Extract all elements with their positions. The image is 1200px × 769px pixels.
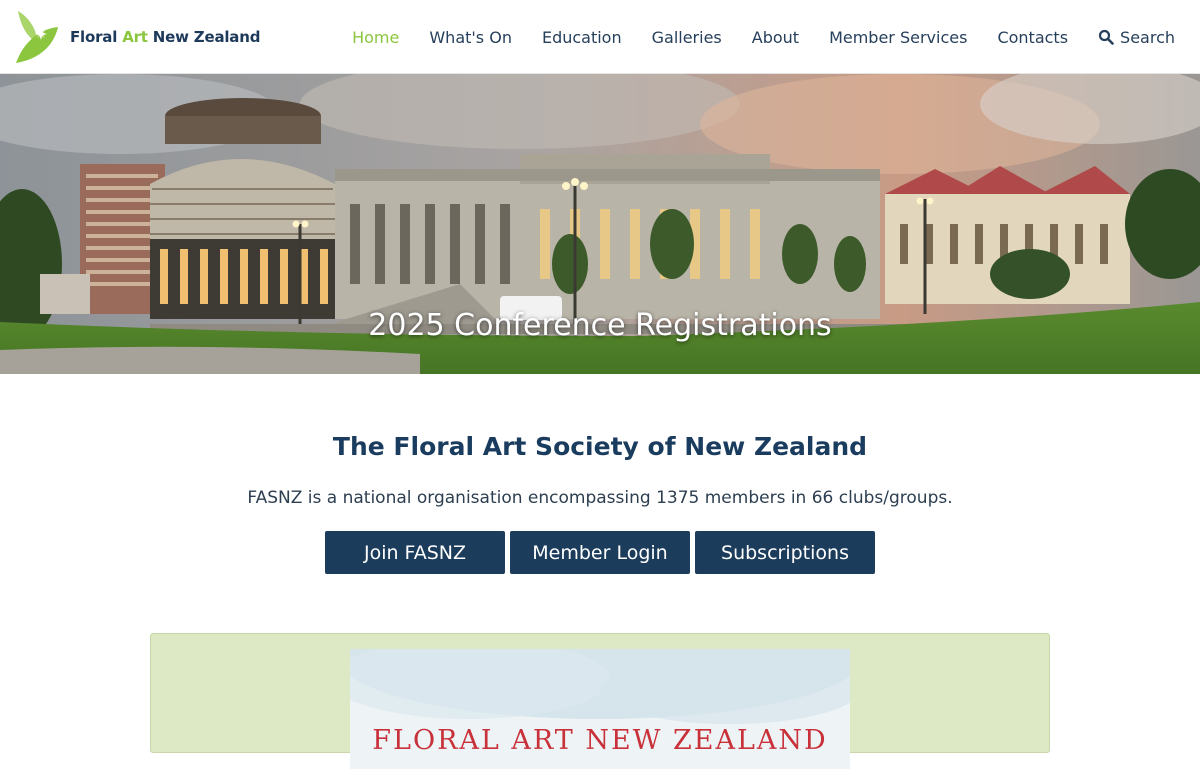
nav-search-button[interactable]: Search bbox=[1098, 28, 1175, 47]
hero-banner[interactable]: 2025 Conference Registrations bbox=[0, 74, 1200, 374]
main-nav: Home What's On Education Galleries About… bbox=[322, 0, 1175, 74]
nav-item-education[interactable]: Education bbox=[542, 28, 622, 47]
member-login-button[interactable]: Member Login bbox=[510, 531, 690, 574]
search-icon bbox=[1098, 29, 1114, 45]
nav-item-galleries[interactable]: Galleries bbox=[652, 28, 722, 47]
nav-item-contacts[interactable]: Contacts bbox=[997, 28, 1068, 47]
site-header: Floral Art New Zealand Home What's On Ed… bbox=[0, 0, 1200, 74]
nav-item-about[interactable]: About bbox=[752, 28, 799, 47]
subscriptions-button[interactable]: Subscriptions bbox=[695, 531, 875, 574]
page-title: The Floral Art Society of New Zealand bbox=[332, 432, 868, 461]
feature-panel: FLORAL ART NEW ZEALAND bbox=[150, 633, 1050, 769]
nav-item-home[interactable]: Home bbox=[352, 28, 399, 47]
nav-search-label: Search bbox=[1120, 27, 1175, 47]
magazine-cover-title: FLORAL ART NEW ZEALAND bbox=[372, 725, 828, 756]
join-button[interactable]: Join FASNZ bbox=[325, 531, 505, 574]
hero-caption[interactable]: 2025 Conference Registrations bbox=[0, 308, 1200, 343]
leaf-star-icon bbox=[16, 11, 58, 63]
site-logo-text: Floral Art New Zealand bbox=[70, 28, 261, 46]
action-buttons: Join FASNZ Member Login Subscriptions bbox=[325, 531, 880, 574]
nav-item-member-services[interactable]: Member Services bbox=[829, 28, 967, 47]
intro-text: FASNZ is a national organisation encompa… bbox=[247, 488, 953, 508]
nav-item-whats-on[interactable]: What's On bbox=[429, 28, 512, 47]
magazine-cover-image[interactable]: FLORAL ART NEW ZEALAND bbox=[350, 649, 850, 769]
site-logo[interactable]: Floral Art New Zealand bbox=[14, 8, 260, 66]
